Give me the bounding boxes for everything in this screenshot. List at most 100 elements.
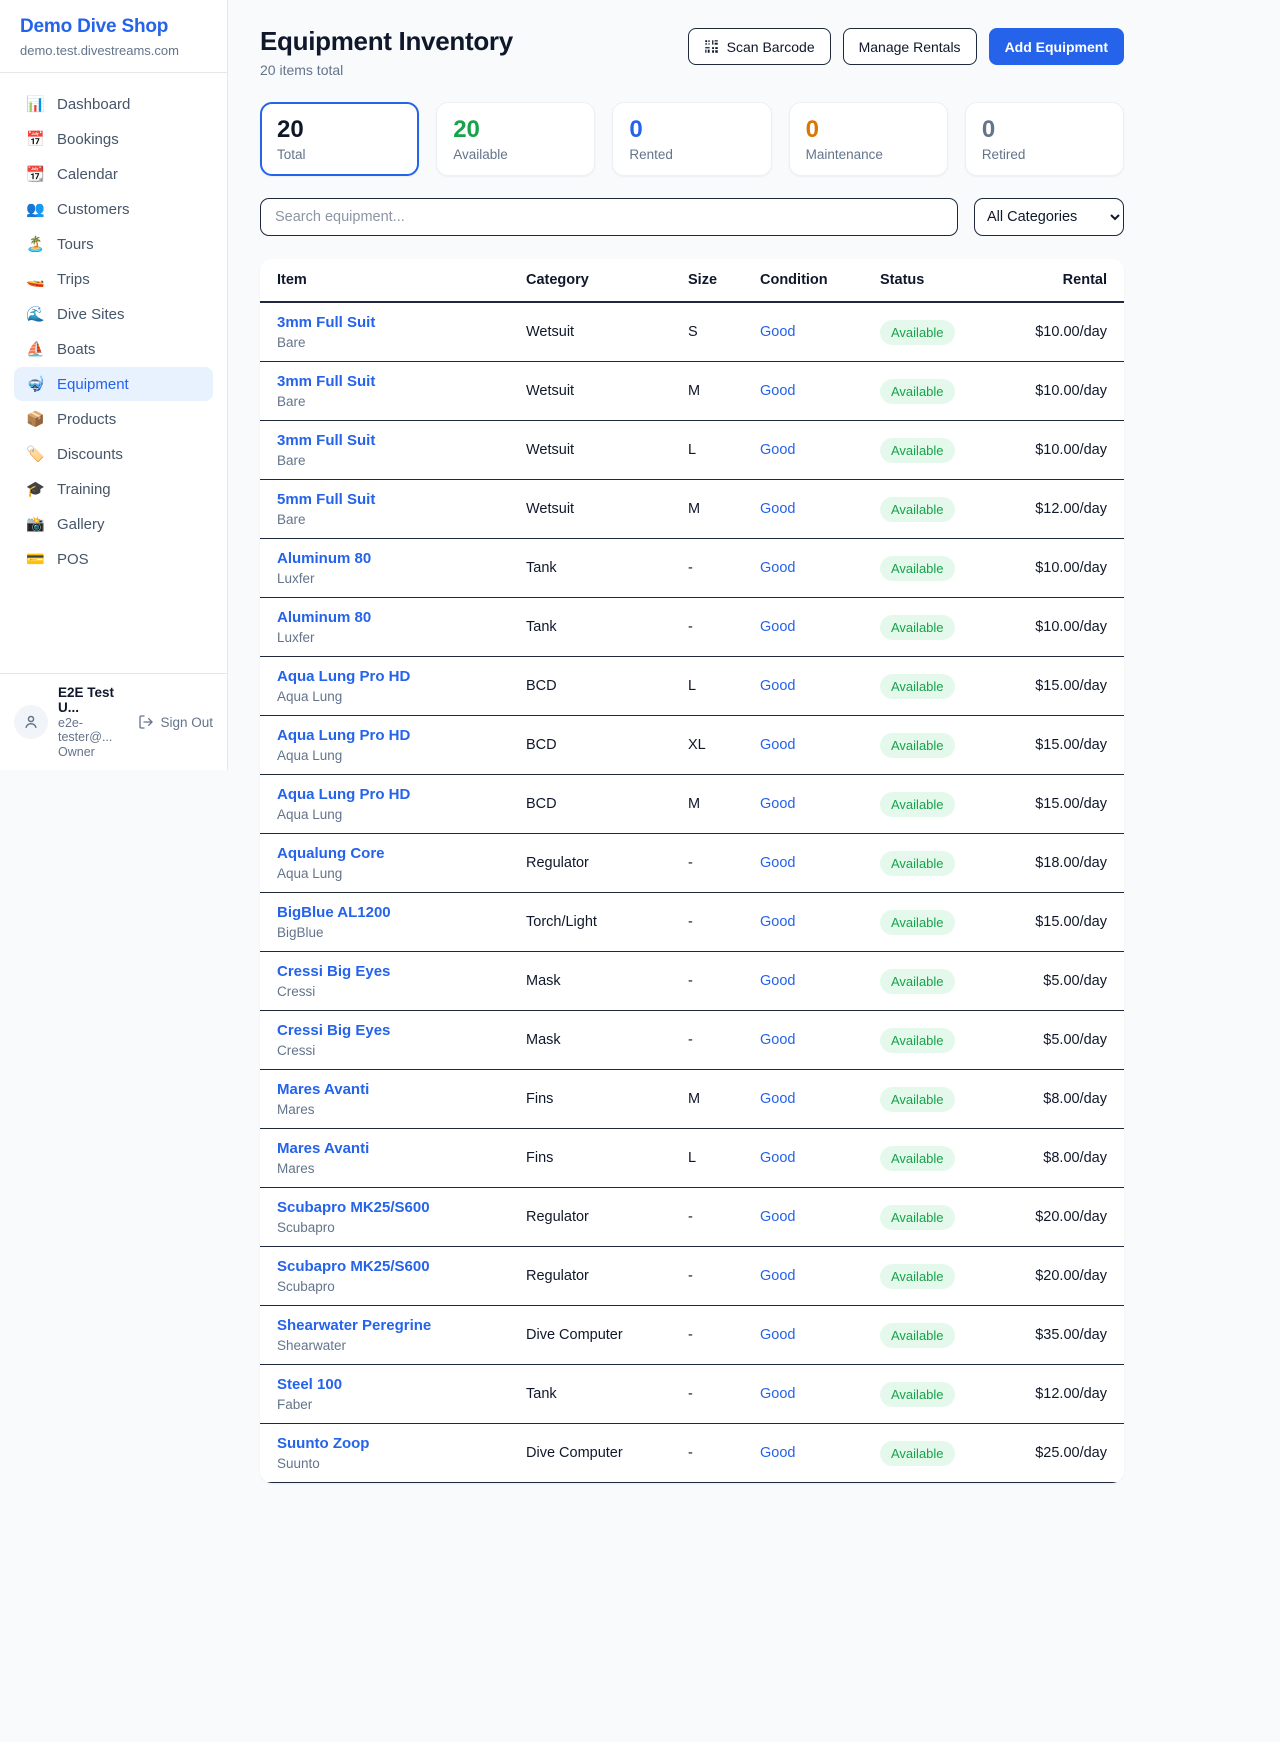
item-link[interactable]: 3mm Full Suit xyxy=(277,314,510,331)
item-link[interactable]: Mares Avanti xyxy=(277,1081,510,1098)
status-cell: Available xyxy=(872,1247,1012,1306)
condition-cell: Good xyxy=(752,421,872,480)
item-link[interactable]: Suunto Zoop xyxy=(277,1435,510,1452)
shop-name[interactable]: Demo Dive Shop xyxy=(20,16,207,38)
status-cell: Available xyxy=(872,716,1012,775)
item-cell: 3mm Full SuitBare xyxy=(260,421,518,480)
item-cell: Aqualung CoreAqua Lung xyxy=(260,834,518,893)
condition-link[interactable]: Good xyxy=(760,973,795,989)
condition-cell: Good xyxy=(752,598,872,657)
stat-card-maintenance[interactable]: 0Maintenance xyxy=(789,102,948,176)
sidebar-item-products[interactable]: 📦Products xyxy=(14,402,213,436)
table-row: Mares AvantiMaresFinsMGoodAvailable$8.00… xyxy=(260,1070,1124,1129)
table-row: Mares AvantiMaresFinsLGoodAvailable$8.00… xyxy=(260,1129,1124,1188)
dive-mask-icon: 🤿 xyxy=(26,375,44,393)
table-row: Aluminum 80LuxferTank-GoodAvailable$10.0… xyxy=(260,598,1124,657)
condition-link[interactable]: Good xyxy=(760,1209,795,1225)
item-link[interactable]: 5mm Full Suit xyxy=(277,491,510,508)
sidebar-item-gallery[interactable]: 📸Gallery xyxy=(14,507,213,541)
rental-cell: $10.00/day xyxy=(1012,421,1124,480)
scan-barcode-label: Scan Barcode xyxy=(727,39,815,55)
sidebar-item-tours[interactable]: 🏝️Tours xyxy=(14,227,213,261)
sidebar-item-bookings[interactable]: 📅Bookings xyxy=(14,122,213,156)
category-cell: Tank xyxy=(518,539,680,598)
item-link[interactable]: Scubapro MK25/S600 xyxy=(277,1258,510,1275)
sidebar-item-trips[interactable]: 🚤Trips xyxy=(14,262,213,296)
sidebar-item-dashboard[interactable]: 📊Dashboard xyxy=(14,87,213,121)
category-cell: Tank xyxy=(518,598,680,657)
item-link[interactable]: Shearwater Peregrine xyxy=(277,1317,510,1334)
condition-cell: Good xyxy=(752,657,872,716)
condition-link[interactable]: Good xyxy=(760,678,795,694)
stat-card-total[interactable]: 20Total xyxy=(260,102,419,176)
condition-link[interactable]: Good xyxy=(760,796,795,812)
status-cell: Available xyxy=(872,834,1012,893)
status-cell: Available xyxy=(872,598,1012,657)
stat-card-available[interactable]: 20Available xyxy=(436,102,595,176)
condition-link[interactable]: Good xyxy=(760,442,795,458)
condition-link[interactable]: Good xyxy=(760,855,795,871)
item-link[interactable]: Mares Avanti xyxy=(277,1140,510,1157)
scan-barcode-button[interactable]: Scan Barcode xyxy=(688,28,831,65)
item-brand: Suunto xyxy=(277,1456,510,1471)
item-brand: Cressi xyxy=(277,1043,510,1058)
condition-link[interactable]: Good xyxy=(760,501,795,517)
sidebar-item-equipment[interactable]: 🤿Equipment xyxy=(14,367,213,401)
sidebar-item-pos[interactable]: 💳POS xyxy=(14,542,213,576)
status-badge: Available xyxy=(880,674,955,699)
condition-link[interactable]: Good xyxy=(760,1445,795,1461)
manage-rentals-button[interactable]: Manage Rentals xyxy=(843,28,977,65)
condition-link[interactable]: Good xyxy=(760,1327,795,1343)
sidebar-item-boats[interactable]: ⛵Boats xyxy=(14,332,213,366)
item-link[interactable]: 3mm Full Suit xyxy=(277,373,510,390)
condition-link[interactable]: Good xyxy=(760,383,795,399)
search-input[interactable] xyxy=(260,198,958,236)
condition-link[interactable]: Good xyxy=(760,1386,795,1402)
size-cell: L xyxy=(680,421,752,480)
condition-link[interactable]: Good xyxy=(760,619,795,635)
status-badge: Available xyxy=(880,1087,955,1112)
condition-link[interactable]: Good xyxy=(760,1091,795,1107)
status-cell: Available xyxy=(872,362,1012,421)
table-row: Cressi Big EyesCressiMask-GoodAvailable$… xyxy=(260,952,1124,1011)
condition-link[interactable]: Good xyxy=(760,1268,795,1284)
condition-link[interactable]: Good xyxy=(760,324,795,340)
sidebar-item-dive-sites[interactable]: 🌊Dive Sites xyxy=(14,297,213,331)
item-link[interactable]: Cressi Big Eyes xyxy=(277,963,510,980)
category-select[interactable]: All Categories xyxy=(974,198,1124,236)
item-brand: Luxfer xyxy=(277,630,510,645)
category-cell: Fins xyxy=(518,1070,680,1129)
condition-link[interactable]: Good xyxy=(760,737,795,753)
sign-out-button[interactable]: Sign Out xyxy=(138,714,213,730)
item-link[interactable]: Aqualung Core xyxy=(277,845,510,862)
sidebar-item-discounts[interactable]: 🏷️Discounts xyxy=(14,437,213,471)
stat-card-rented[interactable]: 0Rented xyxy=(612,102,771,176)
item-link[interactable]: Scubapro MK25/S600 xyxy=(277,1199,510,1216)
item-link[interactable]: Aqua Lung Pro HD xyxy=(277,727,510,744)
item-brand: BigBlue xyxy=(277,925,510,940)
condition-link[interactable]: Good xyxy=(760,560,795,576)
table-row: Cressi Big EyesCressiMask-GoodAvailable$… xyxy=(260,1011,1124,1070)
add-equipment-button[interactable]: Add Equipment xyxy=(989,28,1124,65)
condition-link[interactable]: Good xyxy=(760,914,795,930)
item-link[interactable]: BigBlue AL1200 xyxy=(277,904,510,921)
item-link[interactable]: 3mm Full Suit xyxy=(277,432,510,449)
condition-link[interactable]: Good xyxy=(760,1032,795,1048)
item-link[interactable]: Aluminum 80 xyxy=(277,609,510,626)
rental-cell: $15.00/day xyxy=(1012,716,1124,775)
sidebar-item-calendar[interactable]: 📆Calendar xyxy=(14,157,213,191)
stat-value: 20 xyxy=(453,116,578,144)
sidebar-item-training[interactable]: 🎓Training xyxy=(14,472,213,506)
title-block: Equipment Inventory 20 items total xyxy=(260,26,513,78)
stat-card-retired[interactable]: 0Retired xyxy=(965,102,1124,176)
item-link[interactable]: Aluminum 80 xyxy=(277,550,510,567)
item-link[interactable]: Cressi Big Eyes xyxy=(277,1022,510,1039)
condition-link[interactable]: Good xyxy=(760,1150,795,1166)
item-link[interactable]: Aqua Lung Pro HD xyxy=(277,668,510,685)
category-cell: BCD xyxy=(518,657,680,716)
item-link[interactable]: Steel 100 xyxy=(277,1376,510,1393)
item-cell: Aqua Lung Pro HDAqua Lung xyxy=(260,775,518,834)
sidebar-item-customers[interactable]: 👥Customers xyxy=(14,192,213,226)
item-link[interactable]: Aqua Lung Pro HD xyxy=(277,786,510,803)
rental-cell: $12.00/day xyxy=(1012,1365,1124,1424)
